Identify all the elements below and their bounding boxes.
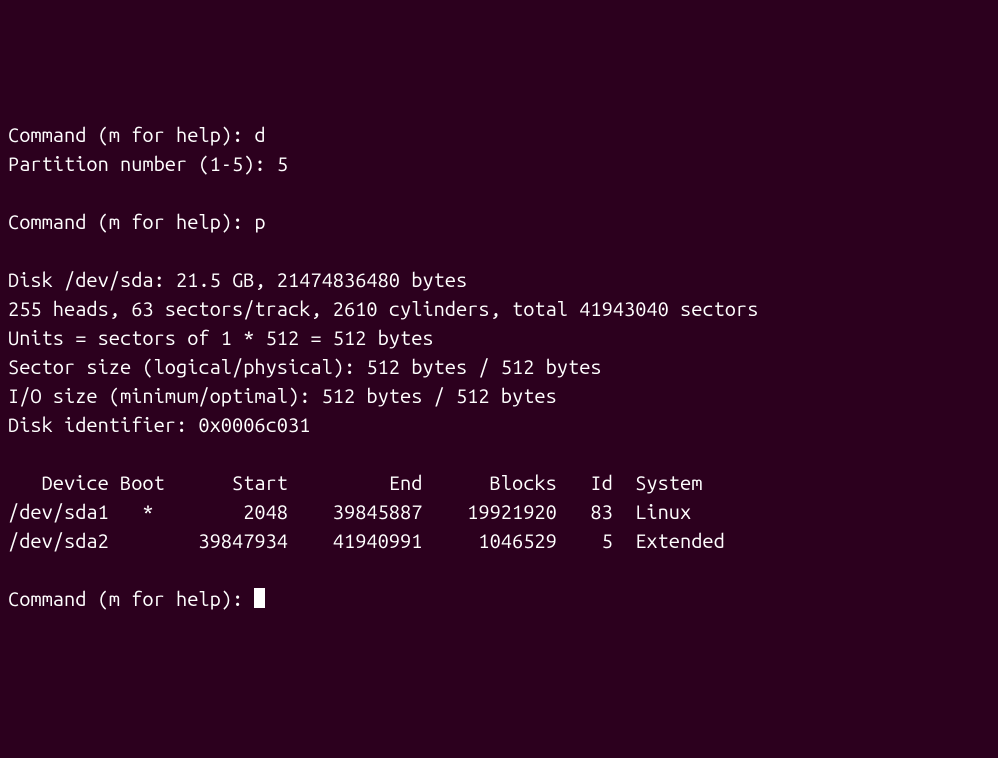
prompt-label: Command (m for help): (8, 123, 254, 146)
blank-line (8, 439, 990, 468)
disk-geometry-line: 255 heads, 63 sectors/track, 2610 cylind… (8, 294, 990, 323)
prompt-label: Partition number (1-5): (8, 152, 277, 175)
partition-table-row: /dev/sda2 39847934 41940991 1046529 5 Ex… (8, 526, 990, 555)
disk-sector-size-line: Sector size (logical/physical): 512 byte… (8, 352, 990, 381)
partition-table-row: /dev/sda1 * 2048 39845887 19921920 83 Li… (8, 497, 990, 526)
partition-table-header: Device Boot Start End Blocks Id System (8, 468, 990, 497)
prompt-partition-number: Partition number (1-5): 5 (8, 149, 990, 178)
prompt-command-1: Command (m for help): d (8, 120, 990, 149)
user-input: p (254, 210, 265, 233)
prompt-label: Command (m for help): (8, 587, 254, 610)
prompt-label: Command (m for help): (8, 210, 254, 233)
cursor-icon (254, 588, 265, 608)
disk-io-size-line: I/O size (minimum/optimal): 512 bytes / … (8, 381, 990, 410)
blank-line (8, 178, 990, 207)
disk-units-line: Units = sectors of 1 * 512 = 512 bytes (8, 323, 990, 352)
user-input: 5 (277, 152, 288, 175)
prompt-command-2: Command (m for help): p (8, 207, 990, 236)
user-input: d (254, 123, 265, 146)
blank-line (8, 555, 990, 584)
disk-summary-line: Disk /dev/sda: 21.5 GB, 21474836480 byte… (8, 265, 990, 294)
prompt-command-3[interactable]: Command (m for help): (8, 584, 990, 613)
blank-line (8, 236, 990, 265)
disk-identifier-line: Disk identifier: 0x0006c031 (8, 410, 990, 439)
